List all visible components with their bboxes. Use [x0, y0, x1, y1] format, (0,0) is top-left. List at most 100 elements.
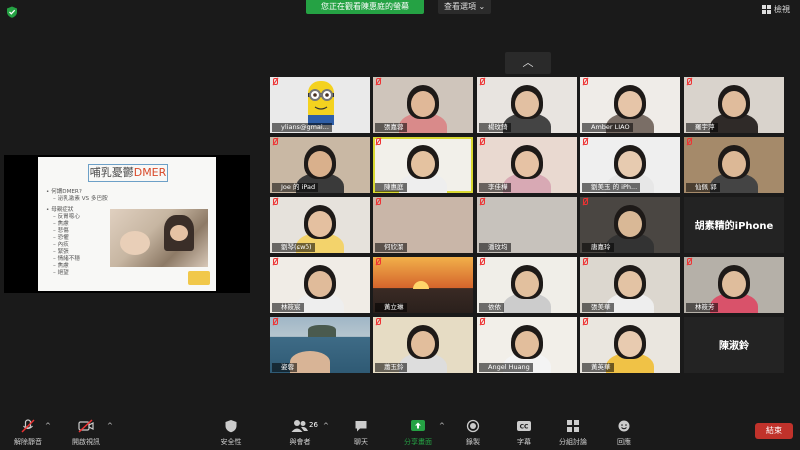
participant-tile[interactable]: 何欣潔	[373, 197, 473, 253]
participant-name: 林筱宸	[272, 303, 304, 312]
start-video-button[interactable]: 開啟視訊	[66, 419, 106, 447]
security-shield-icon[interactable]	[6, 6, 18, 18]
breakout-rooms-button[interactable]: 分組討論	[553, 419, 593, 447]
reactions-button[interactable]: 回應	[609, 419, 639, 447]
participant-tile[interactable]: 姿蓉	[270, 317, 370, 373]
share-options-caret[interactable]: ^	[439, 422, 445, 430]
muted-mic-icon	[582, 318, 588, 325]
shield-icon	[225, 420, 237, 433]
captions-button[interactable]: CC 字幕	[509, 419, 539, 447]
screen-share-banner: 您正在觀看陳惠庭的螢幕	[306, 0, 424, 14]
slide-bullet: – 內疚	[53, 242, 69, 248]
shared-screen[interactable]: 哺乳憂鬱DMER • 何謂DMER? – 泌乳激素 VS 多巴胺 • 母親症狀 – 反…	[4, 155, 250, 293]
muted-mic-icon	[272, 258, 278, 265]
participant-face	[411, 151, 435, 177]
security-button[interactable]: 安全性	[213, 419, 249, 447]
participant-tile[interactable]: 依依	[477, 257, 577, 313]
participants-count: 26	[309, 421, 318, 429]
slide-bullet: – 反胃噁心	[53, 214, 80, 220]
participant-tile[interactable]: Angel Huang	[477, 317, 577, 373]
participant-name: 楊玟錡	[479, 123, 511, 132]
participant-tile[interactable]: 李佳樺	[477, 137, 577, 193]
breakout-rooms-label: 分組討論	[559, 438, 587, 446]
participant-tile[interactable]: 陳惠庭	[373, 137, 473, 193]
muted-mic-icon	[272, 78, 278, 85]
participant-tile[interactable]: 劉琴(ɕwɔ̃)	[270, 197, 370, 253]
participant-name-display: 胡素精的iPhone	[694, 221, 774, 232]
muted-mic-icon	[272, 318, 278, 325]
participant-name: 李佳樺	[479, 183, 511, 192]
participant-name: 張嘉蓉	[375, 123, 407, 132]
record-button[interactable]: 錄製	[458, 419, 488, 447]
participant-name: 仙佩 郭	[686, 183, 720, 192]
participant-name: 唐嘉玲	[582, 243, 614, 252]
participant-tile[interactable]: 蕭玉鈴	[373, 317, 473, 373]
participant-face	[618, 211, 642, 237]
muted-mic-icon	[479, 258, 485, 265]
participants-caret[interactable]: ^	[323, 422, 329, 430]
chat-button[interactable]: 聊天	[346, 419, 376, 447]
participant-name: 劉琴(ɕwɔ̃)	[272, 243, 315, 252]
muted-mic-icon	[686, 78, 692, 85]
participant-face	[618, 331, 642, 357]
participant-tile[interactable]: 潘玟均	[477, 197, 577, 253]
slide-bullet: – 絕望	[53, 270, 69, 276]
participant-tile[interactable]: 張美華	[580, 257, 680, 313]
participant-tile[interactable]: 胡素精的iPhone	[684, 197, 784, 253]
record-icon	[466, 419, 480, 433]
view-options-button[interactable]: 查看選項 ⌄	[438, 0, 492, 14]
view-label: 檢視	[774, 5, 790, 14]
video-off-icon	[78, 419, 94, 433]
participant-face	[515, 151, 539, 177]
share-screen-icon	[411, 420, 425, 431]
unmute-label: 解除靜音	[14, 438, 42, 446]
island-shape	[308, 325, 336, 337]
view-button[interactable]: 檢視	[762, 4, 790, 15]
participant-name: Joe 的 iPad	[272, 183, 319, 192]
end-meeting-button[interactable]: 結束	[755, 423, 793, 439]
breakout-rooms-icon	[567, 420, 579, 432]
participant-tile[interactable]: 劉美玉 的 iPh...	[580, 137, 680, 193]
participant-name: 劉美玉 的 iPh...	[582, 183, 641, 192]
collapse-gallery-button[interactable]: ︿	[505, 52, 551, 74]
smiley-icon	[618, 420, 630, 432]
audio-options-caret[interactable]: ^	[45, 422, 51, 430]
participant-face	[515, 91, 539, 117]
participant-tile[interactable]: 張嘉蓉	[373, 77, 473, 133]
closed-captions-icon: CC	[517, 421, 531, 431]
participant-tile[interactable]: 唐嘉玲	[580, 197, 680, 253]
slide-bullet: • 何謂DMER?	[46, 189, 82, 195]
security-label: 安全性	[220, 438, 242, 446]
participant-face	[618, 271, 642, 297]
participant-tile[interactable]: Joe 的 iPad	[270, 137, 370, 193]
chevron-up-icon: ︿	[522, 56, 534, 69]
muted-mic-icon	[375, 138, 381, 145]
share-screen-button[interactable]: 分享畫面	[398, 419, 438, 447]
participant-name: 羅宇萍	[686, 123, 718, 132]
captions-label: 字幕	[517, 438, 531, 446]
participant-face	[722, 91, 746, 117]
participant-tile[interactable]: ylians@gmai...	[270, 77, 370, 133]
slide-logo	[188, 271, 210, 285]
participant-tile[interactable]: 陳淑鈴	[684, 317, 784, 373]
participant-name-display: 陳淑鈴	[719, 341, 749, 352]
participant-tile[interactable]: 羅宇萍	[684, 77, 784, 133]
participant-face	[308, 211, 332, 237]
participant-tile[interactable]: 仙佩 郭	[684, 137, 784, 193]
muted-mic-icon	[582, 258, 588, 265]
reactions-label: 回應	[617, 438, 631, 446]
participant-face	[618, 91, 642, 117]
participant-face	[411, 331, 435, 357]
unmute-button[interactable]: 解除靜音	[8, 419, 48, 447]
participant-tile[interactable]: 黃立琳	[373, 257, 473, 313]
participant-tile[interactable]: 林筱芳	[684, 257, 784, 313]
participant-tile[interactable]: 楊玟錡	[477, 77, 577, 133]
video-options-caret[interactable]: ^	[107, 422, 113, 430]
participant-tile[interactable]: 林筱宸	[270, 257, 370, 313]
participant-tile[interactable]: Amber LIAO	[580, 77, 680, 133]
muted-mic-icon	[479, 318, 485, 325]
participant-name: 黃英華	[582, 363, 614, 372]
participant-tile[interactable]: 黃英華	[580, 317, 680, 373]
muted-mic-icon	[375, 198, 381, 205]
share-screen-label: 分享畫面	[404, 438, 432, 446]
